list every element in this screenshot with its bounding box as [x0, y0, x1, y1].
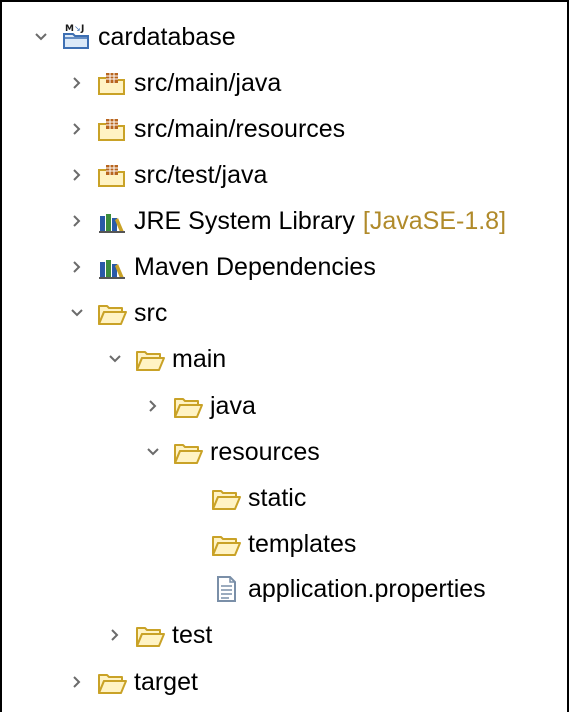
folder-open-icon [172, 391, 204, 421]
tree-item-label: main [172, 344, 227, 373]
folder-open-icon [210, 529, 242, 559]
folder-open-icon [134, 620, 166, 650]
chevron-right-icon[interactable] [66, 164, 88, 186]
tree-item-label: src/test/java [134, 160, 268, 189]
text-file-icon [210, 574, 242, 604]
library-icon [96, 252, 128, 282]
tree-node-main[interactable]: main [104, 339, 226, 379]
tree-node-jre-system-library[interactable]: JRE System Library [JavaSE-1.8] [66, 201, 506, 241]
library-icon [96, 206, 128, 236]
folder-open-icon [210, 483, 242, 513]
project-explorer-panel: M ↘ J cardatabase src/main/java src/main… [0, 0, 569, 712]
chevron-down-icon[interactable] [142, 441, 164, 463]
svg-text:M: M [65, 24, 74, 34]
chevron-right-icon[interactable] [142, 395, 164, 417]
chevron-right-icon[interactable] [66, 118, 88, 140]
tree-node-templates[interactable]: templates [180, 524, 356, 564]
tree-node-src[interactable]: src [66, 293, 167, 333]
tree-item-label: src [134, 298, 168, 327]
tree-node-project[interactable]: M ↘ J cardatabase [30, 17, 236, 57]
tree-item-label: target [134, 667, 198, 696]
source-folder-icon [96, 114, 128, 144]
tree-item-label: src/main/resources [134, 114, 346, 143]
tree-item-label: application.properties [248, 574, 486, 603]
project-name: cardatabase [98, 22, 236, 51]
tree-node-application-properties[interactable]: application.properties [180, 569, 486, 609]
tree-item-label: JRE System Library [134, 206, 355, 235]
tree-node-java[interactable]: java [142, 386, 256, 426]
tree-node-maven-dependencies[interactable]: Maven Dependencies [66, 247, 376, 287]
tree-node-src-main-java[interactable]: src/main/java [66, 63, 281, 103]
maven-project-icon: M ↘ J [60, 22, 92, 52]
tree-item-label: static [248, 483, 307, 512]
tree-item-label: java [210, 391, 256, 420]
tree-item-label: src/main/java [134, 68, 282, 97]
folder-open-icon [96, 667, 128, 697]
tree-item-label: test [172, 620, 213, 649]
chevron-right-icon[interactable] [66, 256, 88, 278]
tree-item-label: templates [248, 529, 357, 558]
chevron-down-icon[interactable] [30, 26, 52, 48]
jre-version-decoration: [JavaSE-1.8] [362, 206, 507, 235]
chevron-right-icon[interactable] [66, 72, 88, 94]
tree-node-src-test-java[interactable]: src/test/java [66, 155, 267, 195]
svg-text:J: J [80, 24, 84, 34]
tree-item-label: Maven Dependencies [134, 252, 376, 281]
tree-node-target[interactable]: target [66, 662, 198, 702]
source-folder-icon [96, 160, 128, 190]
chevron-right-icon[interactable] [104, 624, 126, 646]
source-folder-icon [96, 68, 128, 98]
svg-text:↘: ↘ [74, 24, 81, 33]
tree-node-resources[interactable]: resources [142, 432, 320, 472]
folder-open-icon [134, 344, 166, 374]
chevron-right-icon[interactable] [66, 671, 88, 693]
chevron-right-icon[interactable] [66, 210, 88, 232]
folder-open-icon [96, 298, 128, 328]
folder-open-icon [172, 437, 204, 467]
chevron-down-icon[interactable] [104, 348, 126, 370]
chevron-down-icon[interactable] [66, 302, 88, 324]
tree-node-src-main-resources[interactable]: src/main/resources [66, 109, 345, 149]
tree-node-static[interactable]: static [180, 478, 306, 518]
tree-item-label: resources [210, 437, 320, 466]
tree-node-test[interactable]: test [104, 615, 212, 655]
